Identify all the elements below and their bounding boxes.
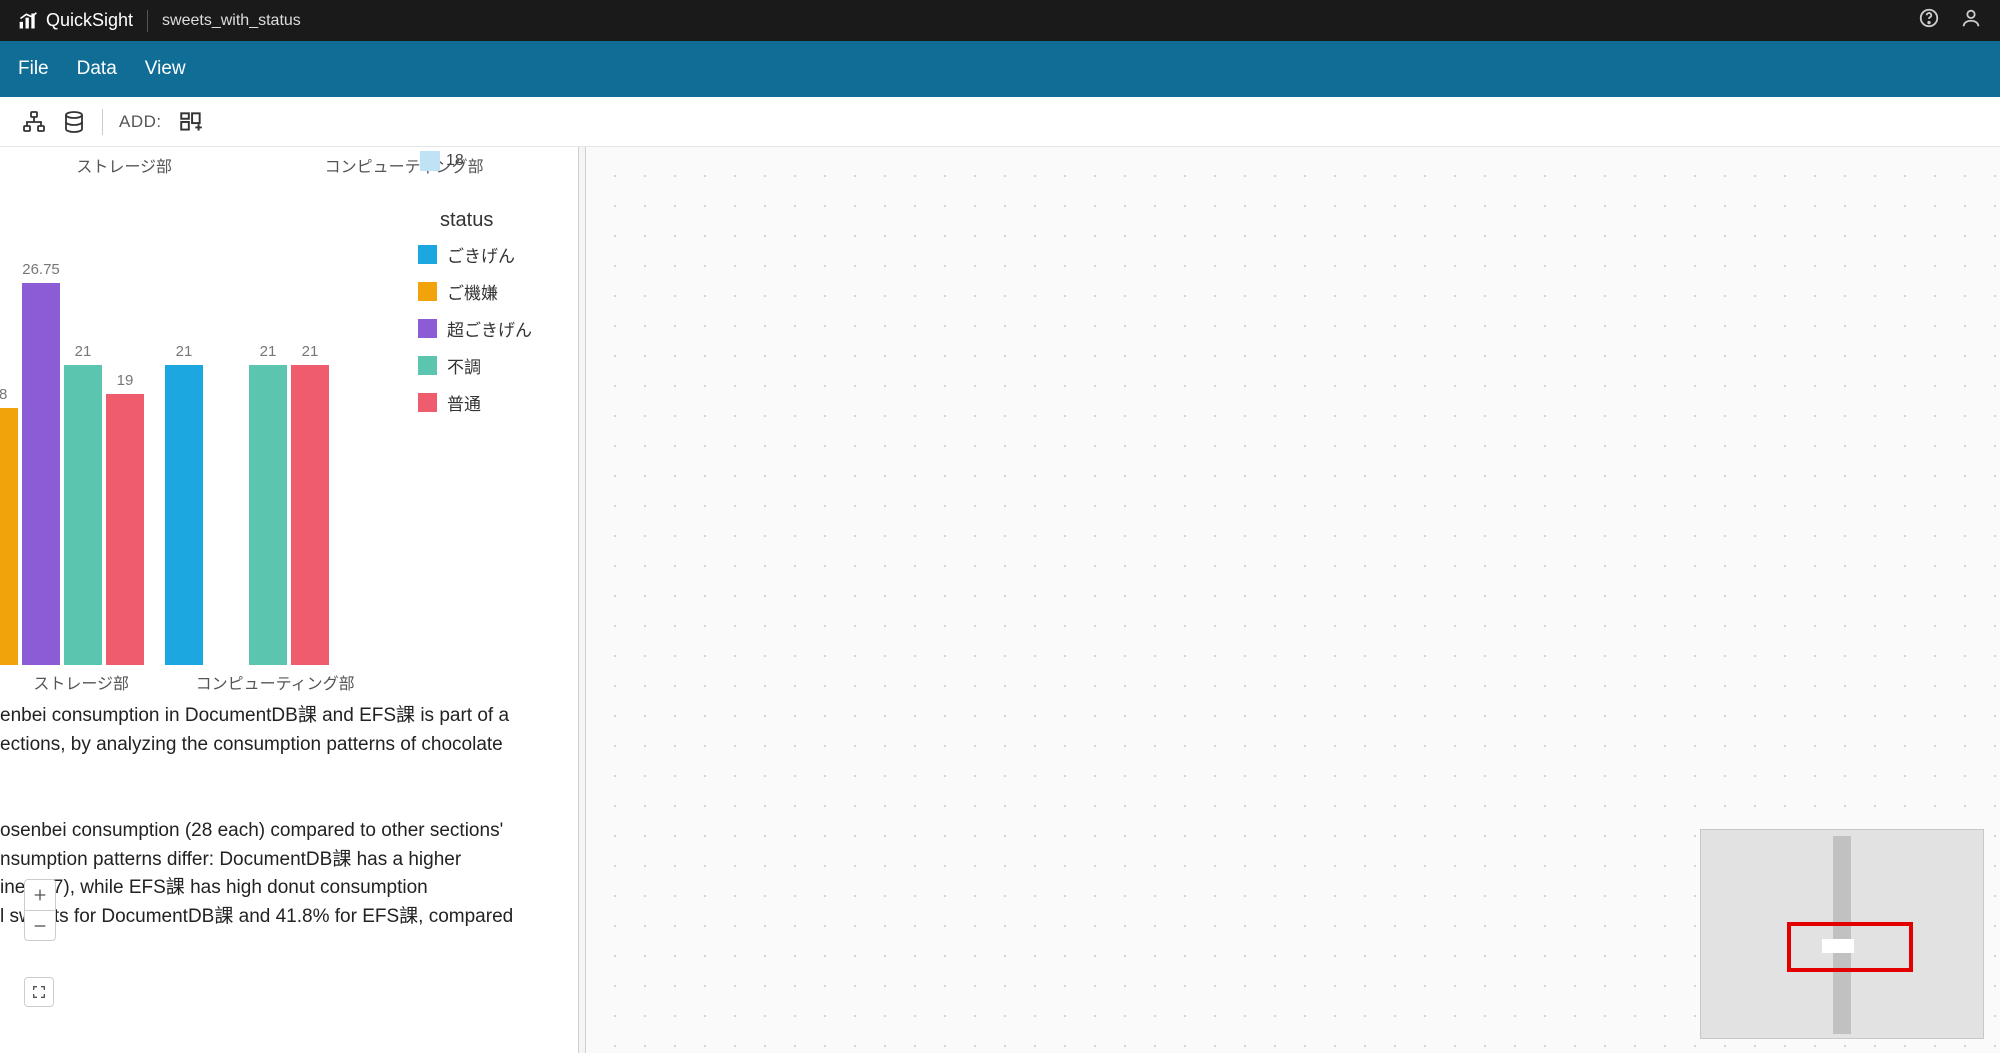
quicksight-logo[interactable]: QuickSight — [18, 10, 133, 31]
project-name[interactable]: sweets_with_status — [162, 12, 301, 30]
toolbar-divider — [102, 109, 103, 135]
narrative-line: l sweets for DocumentDB課 and 41.8% for E… — [0, 903, 570, 932]
mini-tile-swatch — [420, 151, 440, 171]
topbar-right — [1918, 7, 1982, 34]
main: ストレージ部 コンピューティング部 18 1826.752119212121 ス… — [0, 147, 2000, 1053]
legend-item[interactable]: 普通 — [418, 390, 568, 415]
user-icon[interactable] — [1960, 7, 1982, 34]
minimap[interactable] — [1700, 829, 1984, 1039]
menubar: File Data View — [0, 41, 2000, 97]
zoom-in-button[interactable] — [25, 880, 55, 910]
x-label-1: コンピューティング部 — [196, 670, 355, 694]
narrative-line: osenbei consumption (28 each) compared t… — [0, 817, 570, 846]
database-icon[interactable] — [62, 110, 86, 134]
narrative-line: enbei consumption in DocumentDB課 and EFS… — [0, 702, 570, 731]
minimap-content-tile — [1822, 939, 1854, 953]
schema-icon[interactable] — [22, 110, 46, 134]
menu-data[interactable]: Data — [77, 58, 117, 80]
x-label-0: ストレージ部 — [33, 670, 129, 694]
narrative-line: nsumption patterns differ: DocumentDB課 h… — [0, 846, 570, 875]
topbar-left: QuickSight sweets_with_status — [18, 10, 301, 32]
bar-value-label: 21 — [75, 343, 92, 360]
bar-value-label: 18 — [0, 386, 7, 403]
legend-swatch — [418, 356, 437, 375]
chart-x-axis: ストレージ部 コンピューティング部 — [0, 670, 388, 694]
canvas[interactable] — [586, 147, 2000, 1053]
legend-title: status — [440, 209, 568, 232]
bar[interactable]: 21 — [64, 365, 102, 665]
bar-group: 212121 — [165, 365, 329, 665]
bar-value-label: 19 — [117, 372, 134, 389]
bar-value-label: 21 — [302, 343, 319, 360]
chart-plot-area: 1826.752119212121 — [0, 195, 390, 665]
legend-item[interactable]: 超ごきげん — [418, 316, 568, 341]
bar-value-label: 21 — [260, 343, 277, 360]
legend-swatch — [418, 282, 437, 301]
narrative-line: ine (6.7), while EFS課 has high donut con… — [0, 874, 570, 903]
narrative-line: ections, by analyzing the consumption pa… — [0, 731, 570, 760]
bar[interactable]: 26.75 — [22, 283, 60, 665]
pane-splitter[interactable] — [578, 147, 586, 1053]
legend-label: ごきげん — [447, 242, 515, 267]
mini-tile: 18 — [420, 151, 464, 171]
legend-item[interactable]: ご機嫌 — [418, 279, 568, 304]
top-label-left: ストレージ部 — [76, 153, 172, 177]
add-label: ADD: — [119, 112, 162, 132]
legend-label: 不調 — [447, 353, 481, 378]
fullscreen-button[interactable] — [24, 977, 54, 1007]
toolbar: ADD: — [0, 97, 2000, 147]
legend-swatch — [418, 393, 437, 412]
help-icon[interactable] — [1918, 7, 1940, 34]
zoom-out-button[interactable] — [25, 910, 55, 940]
chart-legend: status ごきげんご機嫌超ごきげん不調普通 — [418, 209, 568, 427]
menu-file[interactable]: File — [18, 58, 49, 80]
legend-item[interactable]: ごきげん — [418, 242, 568, 267]
menu-view[interactable]: View — [145, 58, 186, 80]
topbar: QuickSight sweets_with_status — [0, 0, 2000, 41]
narrative-block-2: osenbei consumption (28 each) compared t… — [0, 817, 570, 931]
add-visual-icon[interactable] — [178, 109, 204, 135]
bar-value-label: 26.75 — [22, 261, 60, 278]
bar-group: 1826.752119 — [0, 283, 144, 665]
legend-item[interactable]: 不調 — [418, 353, 568, 378]
legend-swatch — [418, 319, 437, 338]
bar[interactable]: 18 — [0, 408, 18, 665]
legend-label: ご機嫌 — [447, 279, 498, 304]
zoom-controls — [24, 879, 56, 941]
chart[interactable]: 1826.752119212121 ストレージ部 コンピューティング部 stat… — [0, 195, 420, 895]
bar-value-label: 21 — [176, 343, 193, 360]
narrative-block-1: enbei consumption in DocumentDB課 and EFS… — [0, 702, 570, 759]
app-name: QuickSight — [46, 10, 133, 31]
legend-label: 超ごきげん — [447, 316, 532, 341]
legend-label: 普通 — [447, 390, 481, 415]
chart-bars: 1826.752119212121 — [0, 195, 390, 665]
divider — [147, 10, 148, 32]
bar[interactable]: 19 — [106, 394, 144, 665]
mini-tile-value: 18 — [446, 152, 464, 170]
left-pane: ストレージ部 コンピューティング部 18 1826.752119212121 ス… — [0, 147, 578, 1053]
top-category-labels: ストレージ部 コンピューティング部 — [0, 153, 560, 177]
bar[interactable]: 21 — [249, 365, 287, 665]
quicksight-icon — [18, 11, 38, 31]
bar[interactable]: 21 — [165, 365, 203, 665]
legend-swatch — [418, 245, 437, 264]
bar[interactable]: 21 — [291, 365, 329, 665]
